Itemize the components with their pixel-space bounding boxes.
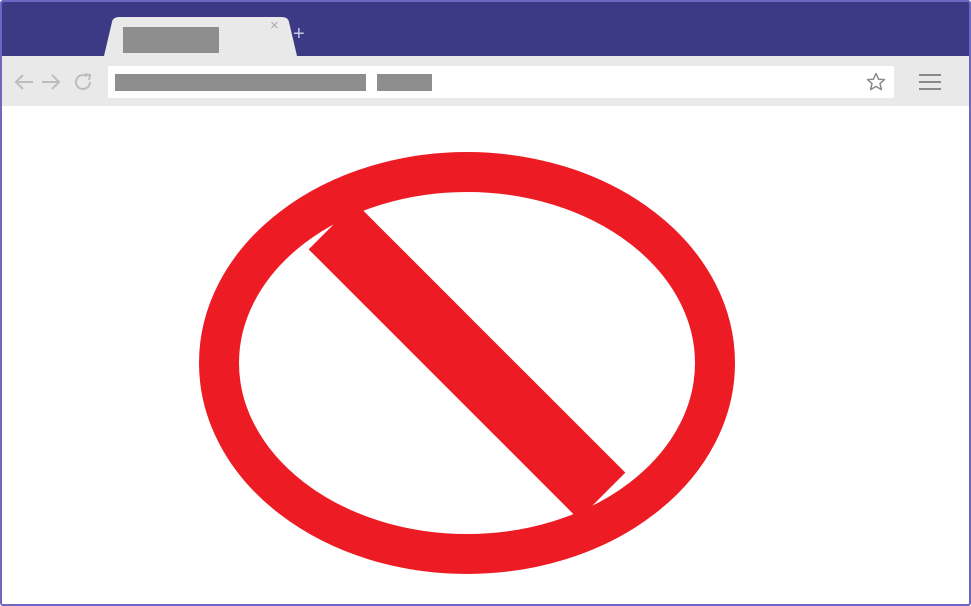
reload-icon[interactable] — [72, 71, 94, 93]
page-content — [2, 106, 969, 604]
tab-strip: × + — [2, 2, 969, 56]
active-tab[interactable]: × — [104, 16, 298, 56]
new-tab-button[interactable]: + — [293, 24, 305, 44]
hamburger-menu-icon[interactable] — [919, 72, 941, 92]
star-icon[interactable] — [866, 72, 886, 92]
address-bar[interactable] — [108, 66, 894, 98]
browser-window: × + — [0, 0, 971, 606]
toolbar — [2, 56, 969, 106]
prohibited-sign-icon — [199, 152, 735, 574]
arrow-right-icon[interactable] — [40, 71, 62, 93]
url-path-redacted — [377, 74, 432, 91]
tab-title-redacted — [123, 27, 219, 53]
url-host-redacted — [115, 74, 366, 91]
tab-close-button[interactable]: × — [270, 18, 279, 33]
arrow-left-icon[interactable] — [13, 71, 35, 93]
